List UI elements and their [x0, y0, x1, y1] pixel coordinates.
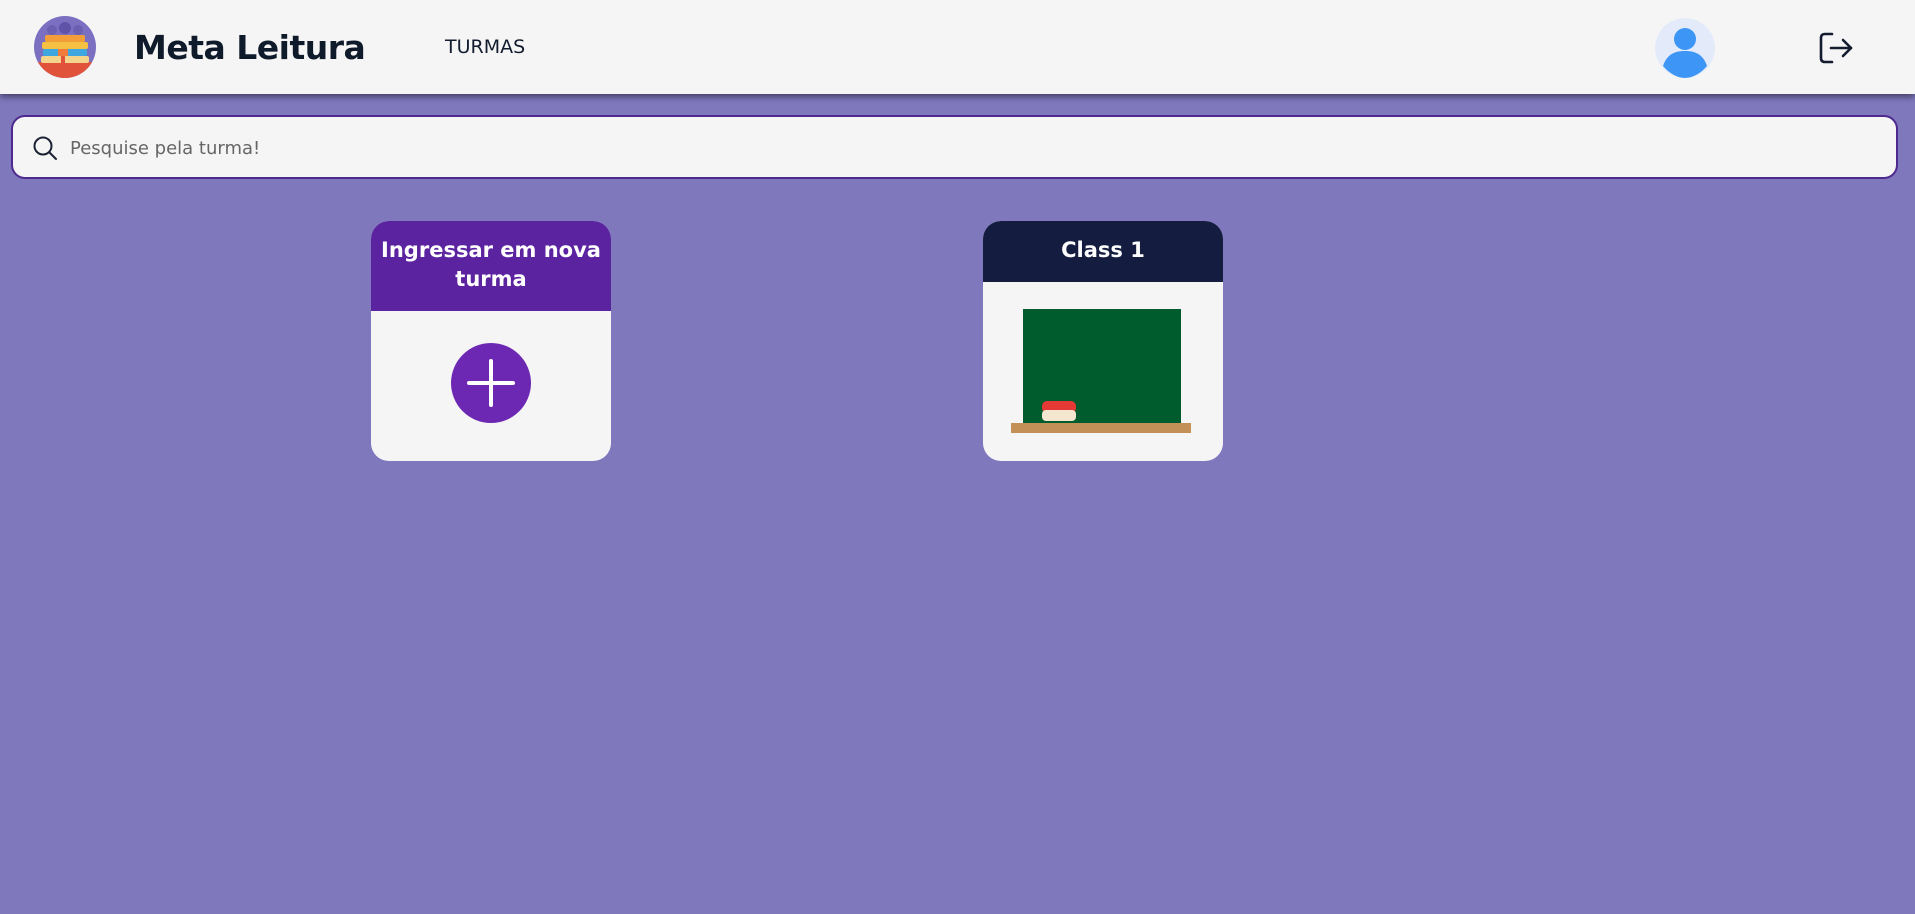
search-icon: [33, 136, 57, 160]
nav-turmas-link[interactable]: TURMAS: [445, 34, 525, 60]
top-header: Meta Leitura TURMAS: [0, 0, 1915, 94]
class-card-title: Class 1: [983, 221, 1223, 282]
join-class-title: Ingressar em nova turma: [371, 221, 611, 311]
logout-icon[interactable]: [1818, 30, 1854, 66]
books-logo-icon[interactable]: [34, 16, 96, 78]
search-input[interactable]: [68, 127, 1872, 169]
chalkboard-icon: [1011, 309, 1191, 433]
brand-title: Meta Leitura: [134, 28, 366, 67]
user-avatar-icon[interactable]: [1655, 18, 1715, 78]
class-card[interactable]: Class 1: [983, 221, 1223, 461]
join-class-card[interactable]: Ingressar em nova turma: [371, 221, 611, 461]
search-bar: [11, 115, 1898, 179]
plus-icon[interactable]: [451, 343, 531, 423]
